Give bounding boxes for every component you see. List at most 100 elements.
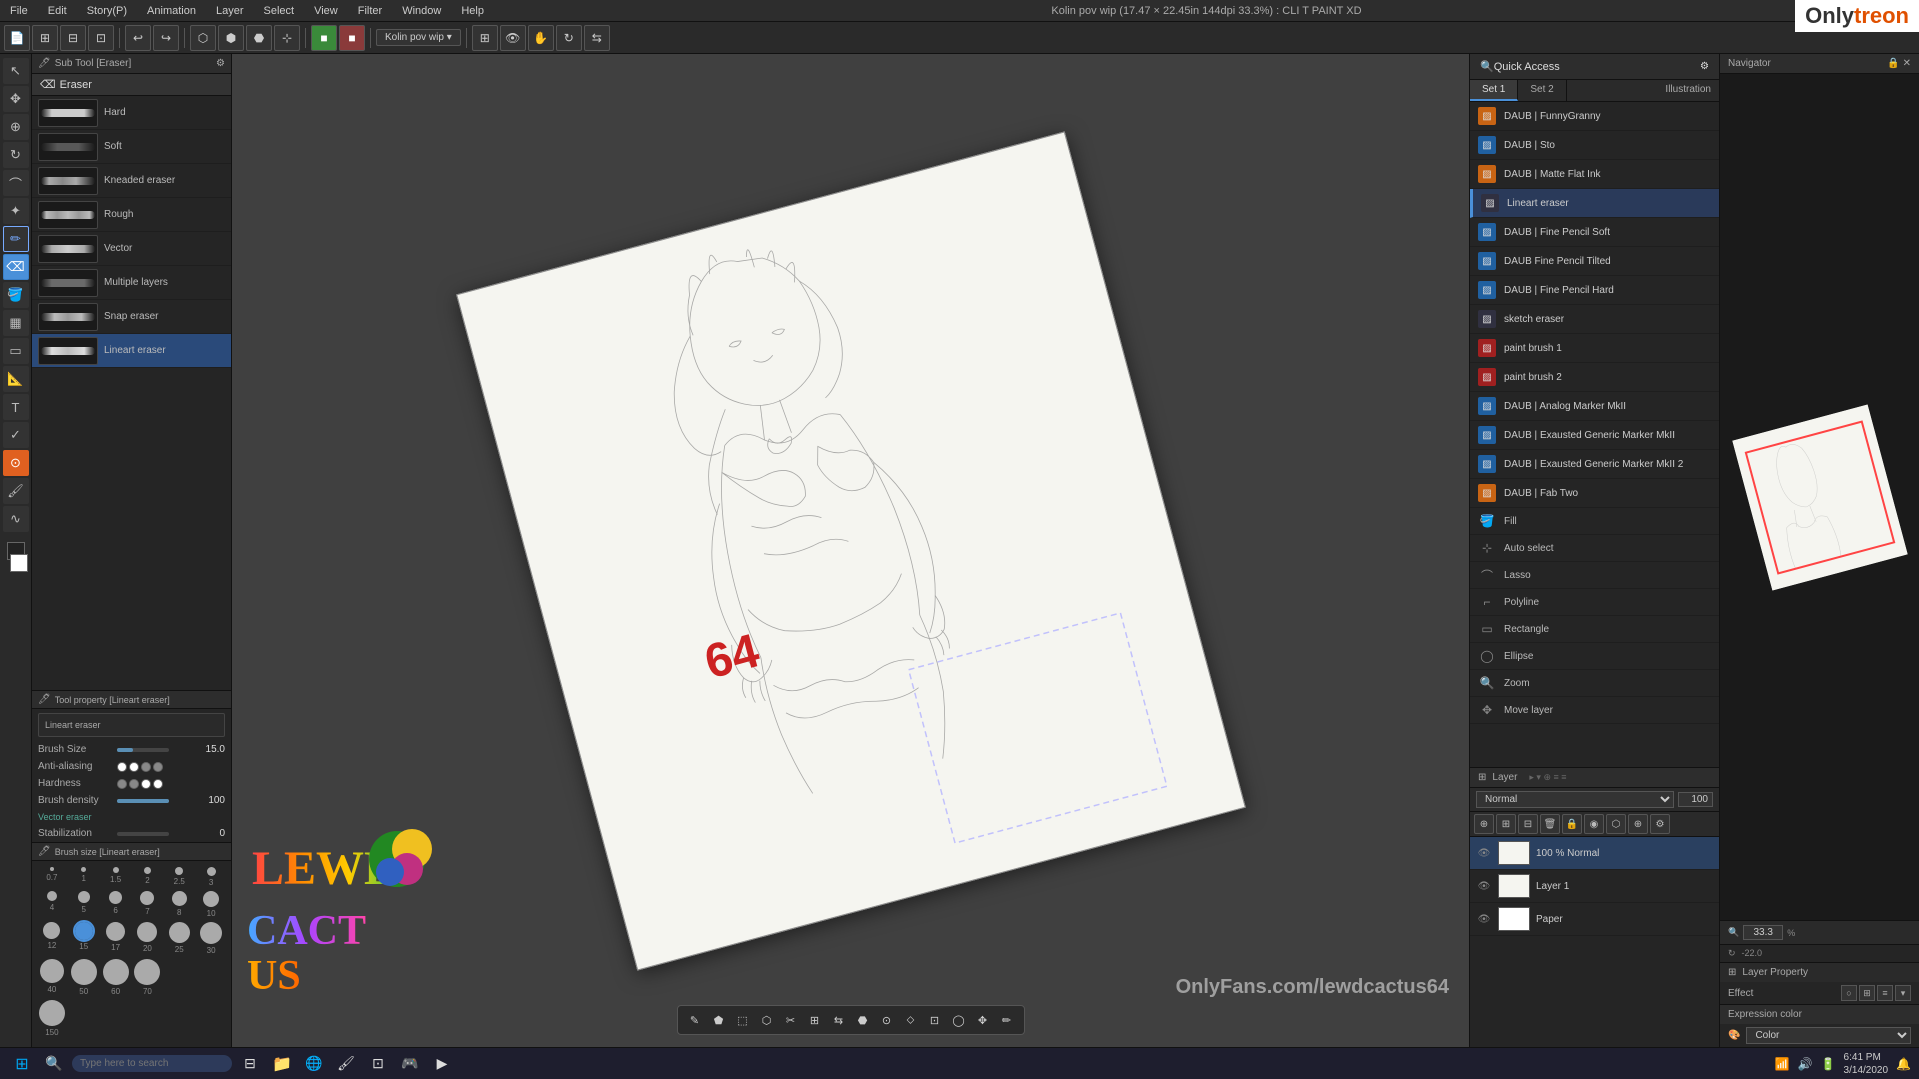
tool-ruler[interactable]: 📐 bbox=[3, 366, 29, 392]
size-circle-8[interactable] bbox=[109, 891, 122, 904]
tool-figure[interactable]: ▭ bbox=[3, 338, 29, 364]
btool-copy[interactable]: ⊞ bbox=[804, 1009, 826, 1031]
size-item-20[interactable]: 60 bbox=[102, 959, 130, 996]
toolbar-brush-prev1[interactable]: ⊞ bbox=[472, 25, 498, 51]
h-dot-4[interactable] bbox=[153, 779, 163, 789]
size-circle-7[interactable] bbox=[78, 891, 90, 903]
tool-cursor[interactable]: ↖ bbox=[3, 58, 29, 84]
aa-dot-2[interactable] bbox=[129, 762, 139, 772]
navigator-preview[interactable] bbox=[1720, 74, 1919, 920]
layer-item-paper[interactable]: 👁 Paper bbox=[1470, 903, 1719, 936]
size-item-19[interactable]: 50 bbox=[70, 959, 98, 996]
tool-select-lasso[interactable]: ⌒ bbox=[3, 170, 29, 196]
size-item-15[interactable]: 20 bbox=[134, 922, 162, 955]
taskbar-network[interactable]: 📶 bbox=[1775, 1057, 1790, 1071]
toolbar-transform1[interactable]: ⬡ bbox=[190, 25, 216, 51]
size-item-6[interactable]: 4 bbox=[38, 891, 66, 918]
layer-delete[interactable]: 🗑 bbox=[1540, 814, 1560, 834]
toolbar-color1[interactable]: ■ bbox=[311, 25, 337, 51]
layer-reference[interactable]: ◉ bbox=[1584, 814, 1604, 834]
taskbar-windows[interactable]: ⊞ bbox=[8, 1050, 36, 1078]
quick-brush-item-12[interactable]: ▨ DAUB | Exausted Generic Marker MkII 2 bbox=[1470, 450, 1719, 479]
size-circle-6[interactable] bbox=[47, 891, 57, 901]
taskbar-app2[interactable]: ⊡ bbox=[364, 1050, 392, 1078]
aa-dot-4[interactable] bbox=[153, 762, 163, 772]
tool-eraser[interactable]: ⌫ bbox=[3, 254, 29, 280]
taskbar-search-input[interactable] bbox=[72, 1055, 232, 1072]
taskbar-app3[interactable]: 🎮 bbox=[396, 1050, 424, 1078]
size-circle-13[interactable] bbox=[75, 922, 93, 940]
toolbar-transform3[interactable]: ⬣ bbox=[246, 25, 272, 51]
tool-zoom[interactable]: ⊕ bbox=[3, 114, 29, 140]
size-item-24[interactable]: 150 bbox=[38, 1000, 66, 1037]
toolbar-zoom-fit[interactable]: ⊡ bbox=[88, 25, 114, 51]
tool-text[interactable]: T bbox=[3, 394, 29, 420]
quick-brush-item-13[interactable]: ▨ DAUB | Fab Two bbox=[1470, 479, 1719, 508]
quick-sep-fill[interactable]: 🪣 Fill bbox=[1470, 508, 1719, 535]
tool-pen[interactable]: ✏ bbox=[3, 226, 29, 252]
layer-item-1[interactable]: 👁 Layer 1 bbox=[1470, 870, 1719, 903]
taskbar-task-view[interactable]: ⊟ bbox=[236, 1050, 264, 1078]
size-circle-0[interactable] bbox=[50, 867, 54, 871]
size-circle-19[interactable] bbox=[71, 959, 97, 985]
size-circle-11[interactable] bbox=[203, 891, 219, 907]
toolbar-color2[interactable]: ■ bbox=[339, 25, 365, 51]
size-item-17[interactable]: 30 bbox=[197, 922, 225, 955]
quick-brush-item-4[interactable]: ▨ DAUB | Fine Pencil Soft bbox=[1470, 218, 1719, 247]
taskbar-battery[interactable]: 🔋 bbox=[1821, 1057, 1836, 1071]
btool-eraser[interactable]: ✏ bbox=[996, 1009, 1018, 1031]
size-circle-15[interactable] bbox=[137, 922, 157, 942]
quick-sep-polyline[interactable]: ⌐ Polyline bbox=[1470, 589, 1719, 616]
layer-visibility-2[interactable]: 👁 bbox=[1476, 878, 1492, 894]
taskbar-explorer[interactable]: 📁 bbox=[268, 1050, 296, 1078]
btool-mesh[interactable]: ⊙ bbox=[876, 1009, 898, 1031]
blend-mode-select[interactable]: Normal bbox=[1476, 791, 1674, 808]
quick-brush-item-2[interactable]: ▨ DAUB | Matte Flat Ink bbox=[1470, 160, 1719, 189]
size-item-14[interactable]: 17 bbox=[102, 922, 130, 955]
menu-help[interactable]: Help bbox=[457, 5, 488, 17]
toolbar-view2[interactable]: ⊟ bbox=[60, 25, 86, 51]
size-circle-21[interactable] bbox=[134, 959, 160, 985]
size-item-18[interactable]: 40 bbox=[38, 959, 66, 996]
layer-merge[interactable]: ⊟ bbox=[1518, 814, 1538, 834]
size-circle-12[interactable] bbox=[43, 922, 60, 939]
quick-sep-ellipse[interactable]: ◯ Ellipse bbox=[1470, 643, 1719, 670]
nav-close[interactable]: ✕ bbox=[1903, 58, 1911, 69]
quick-brush-item-10[interactable]: ▨ DAUB | Analog Marker MkII bbox=[1470, 392, 1719, 421]
toolbar-mirror[interactable]: ⇆ bbox=[584, 25, 610, 51]
tool-fill[interactable]: 🪣 bbox=[3, 282, 29, 308]
nav-lock[interactable]: 🔒 bbox=[1887, 58, 1899, 69]
layer-visibility-1[interactable]: 👁 bbox=[1476, 845, 1492, 861]
quick-brush-item-6[interactable]: ▨ DAUB | Fine Pencil Hard bbox=[1470, 276, 1719, 305]
btool-transform[interactable]: ⬡ bbox=[756, 1009, 778, 1031]
quick-access-settings[interactable]: ⚙ bbox=[1700, 61, 1709, 72]
size-circle-10[interactable] bbox=[172, 891, 187, 906]
btool-rect[interactable]: ⊡ bbox=[924, 1009, 946, 1031]
toolbar-transform2[interactable]: ⬢ bbox=[218, 25, 244, 51]
stabilization-slider[interactable] bbox=[117, 832, 169, 836]
set-tab-illustration[interactable]: Illustration bbox=[1657, 80, 1719, 101]
h-dot-3[interactable] bbox=[141, 779, 151, 789]
layer-clip[interactable]: ⊕ bbox=[1628, 814, 1648, 834]
tool-colorpick[interactable]: ⊙ bbox=[3, 450, 29, 476]
zoom-input[interactable] bbox=[1743, 925, 1783, 940]
aa-dot-1[interactable] bbox=[117, 762, 127, 772]
brush-item-rough[interactable]: Rough bbox=[32, 198, 231, 232]
effect-btn3[interactable]: ≡ bbox=[1877, 985, 1893, 1001]
effect-btn2[interactable]: ⊞ bbox=[1859, 985, 1875, 1001]
btool-pen[interactable]: ✎ bbox=[684, 1009, 706, 1031]
size-item-0[interactable]: 0.7 bbox=[38, 867, 66, 887]
sub-tool-settings[interactable]: ⚙ bbox=[216, 58, 225, 69]
menu-edit[interactable]: Edit bbox=[44, 5, 71, 17]
btool-shape2[interactable]: ⬚ bbox=[732, 1009, 754, 1031]
toolbar-redo[interactable]: ↪ bbox=[153, 25, 179, 51]
size-circle-3[interactable] bbox=[144, 867, 151, 874]
toolbar-hand[interactable]: ✋ bbox=[528, 25, 554, 51]
size-circle-4[interactable] bbox=[175, 867, 183, 875]
menu-file[interactable]: File bbox=[6, 5, 32, 17]
layer-settings[interactable]: ⚙ bbox=[1650, 814, 1670, 834]
quick-brush-item-8[interactable]: ▨ paint brush 1 bbox=[1470, 334, 1719, 363]
h-dot-1[interactable] bbox=[117, 779, 127, 789]
tool-paint[interactable]: 🖌 bbox=[3, 478, 29, 504]
brush-item-snap-eraser[interactable]: Snap eraser bbox=[32, 300, 231, 334]
